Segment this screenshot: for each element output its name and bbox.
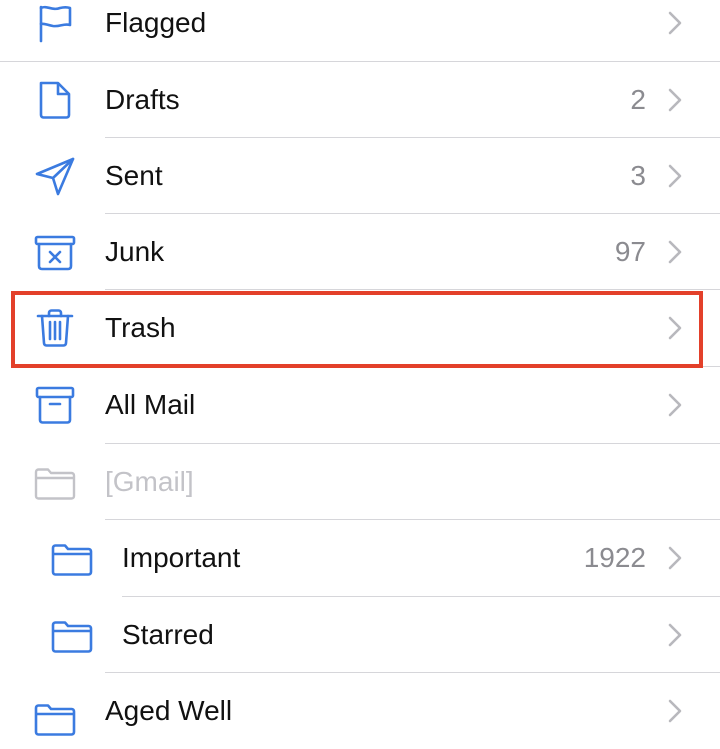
mailbox-label: Flagged bbox=[105, 7, 207, 38]
folder-icon bbox=[34, 697, 76, 739]
mailbox-label: [Gmail] bbox=[105, 466, 194, 497]
unread-count: 2 bbox=[630, 84, 646, 115]
unread-count: 97 bbox=[614, 236, 646, 267]
mailbox-row-sent[interactable]: Sent 3 bbox=[0, 138, 720, 214]
chevron-right-icon bbox=[668, 699, 682, 723]
chevron-right-icon bbox=[668, 546, 682, 570]
chevron-right-icon bbox=[668, 623, 682, 647]
mailbox-row-gmail: [Gmail] bbox=[0, 444, 720, 520]
junk-bin-icon bbox=[34, 231, 76, 273]
mailbox-row-all-mail[interactable]: All Mail bbox=[0, 367, 720, 443]
mailbox-row-starred[interactable]: Starred bbox=[0, 597, 720, 673]
flag-icon bbox=[34, 2, 76, 44]
folder-icon bbox=[51, 537, 93, 579]
folder-icon bbox=[51, 614, 93, 656]
chevron-right-icon bbox=[668, 164, 682, 188]
highlight-box bbox=[11, 291, 703, 368]
mailbox-label: Starred bbox=[122, 619, 214, 650]
mailbox-label: Junk bbox=[105, 236, 165, 267]
mailbox-label: Sent bbox=[105, 160, 163, 191]
chevron-right-icon bbox=[668, 240, 682, 264]
unread-count: 1922 bbox=[583, 542, 646, 573]
mailbox-row-junk[interactable]: Junk 97 bbox=[0, 214, 720, 290]
mailbox-row-flagged[interactable]: Flagged bbox=[0, 0, 720, 61]
unread-count: 3 bbox=[630, 160, 646, 191]
folder-icon bbox=[34, 461, 76, 503]
mailbox-label: Important bbox=[122, 542, 241, 573]
document-icon bbox=[34, 79, 76, 121]
archive-box-icon bbox=[34, 384, 76, 426]
mailbox-label: Aged Well bbox=[105, 695, 233, 726]
mailbox-row-drafts[interactable]: Drafts 2 bbox=[0, 62, 720, 138]
mailbox-row-aged-well[interactable]: Aged Well bbox=[0, 673, 720, 749]
mailbox-label: All Mail bbox=[105, 389, 196, 420]
mailbox-label: Drafts bbox=[105, 84, 180, 115]
chevron-right-icon bbox=[668, 11, 682, 35]
paper-plane-icon bbox=[34, 155, 76, 197]
mailbox-row-important[interactable]: Important 1922 bbox=[0, 520, 720, 596]
chevron-right-icon bbox=[668, 88, 682, 112]
chevron-right-icon bbox=[668, 393, 682, 417]
